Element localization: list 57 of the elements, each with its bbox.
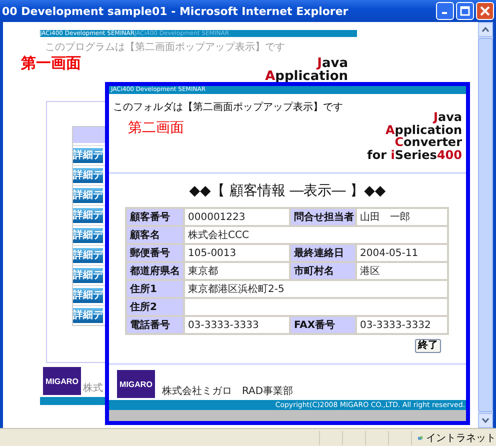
caret-down-icon [482,418,489,423]
logo-text: Converter [394,136,462,148]
field-value: 03-3333-3333 [185,317,289,333]
field-label: 顧客名 [127,227,183,243]
detail-button[interactable]: 詳細デ [73,248,103,263]
field-value: 2004-05-11 [357,245,447,261]
field-value: 03-3333-3332 [357,317,447,333]
field-label: 電話番号 [127,317,183,333]
field-label: 住所1 [127,281,183,297]
detail-button[interactable]: 詳細デ [73,308,103,323]
detail-button[interactable]: 詳細デ [73,228,103,243]
field-value: 東京都 [185,263,289,279]
company-logo: MIGARO [117,370,155,398]
scroll-up-button[interactable] [478,22,493,37]
maximize-button[interactable] [456,2,474,20]
logo-text: Java [316,57,348,70]
field-label: 郵便番号 [127,245,183,261]
detail-button[interactable]: 詳細デ [73,148,103,163]
company-text: 株式会社ミガロ RAD事業部 [162,384,294,398]
field-label: FAX番号 [291,317,355,333]
notice-text: このプログラムは【第二画面ポップアップ表示】です [45,42,286,54]
screen-title: 第一画面 [21,54,81,72]
field-value: 000001223 [185,209,289,225]
field-value: 東京都港区浜松町2-5 [185,281,447,297]
detail-button[interactable]: 詳細デ [73,188,103,203]
screen-title: 第二画面 [128,120,185,136]
caret-up-icon [482,27,489,32]
maximize-icon [460,6,470,16]
page-heading: ◆◆【 顧客情報 ―表示― 】◆◆ [188,183,387,199]
field-label: 住所2 [127,299,183,315]
window-title: 00 Development sample01 - Microsoft Internet Explorer [2,4,350,18]
field-value: 株式会社CCC [185,227,447,243]
field-value: 山田 一郎 [357,209,447,225]
field-label: 最終連絡日 [291,245,355,261]
field-label: 顧客番号 [127,209,183,225]
field-label: 市町村名 [291,263,355,279]
detail-button[interactable]: 詳細デ [73,268,103,283]
company-logo: MIGARO [43,367,81,395]
detail-button[interactable]: 詳細デ [73,208,103,223]
field-value: 105-0013 [185,245,289,261]
zone-text: イントラネット [426,432,496,444]
close-button[interactable]: 終了 [415,339,441,353]
close-button[interactable] [476,2,494,20]
logo-text: Application [384,124,462,136]
field-label: 問合せ担当者 [291,209,355,225]
logo-text: Java [432,111,462,124]
detail-button[interactable]: 詳細デ [73,288,103,303]
logo-text: Application [265,70,348,83]
notice-text: このフォルダは【第二画面ポップアップ表示】です [113,102,343,114]
field-value: 港区 [357,263,447,279]
scroll-down-button[interactable] [478,413,493,428]
detail-button[interactable]: 詳細デ [73,168,103,183]
field-label: 都道府県名 [127,263,183,279]
minimize-button[interactable] [436,2,454,20]
company-text: 株式 [83,382,103,395]
logo-text: for iSeries400 [367,148,462,161]
close-icon [480,6,490,16]
